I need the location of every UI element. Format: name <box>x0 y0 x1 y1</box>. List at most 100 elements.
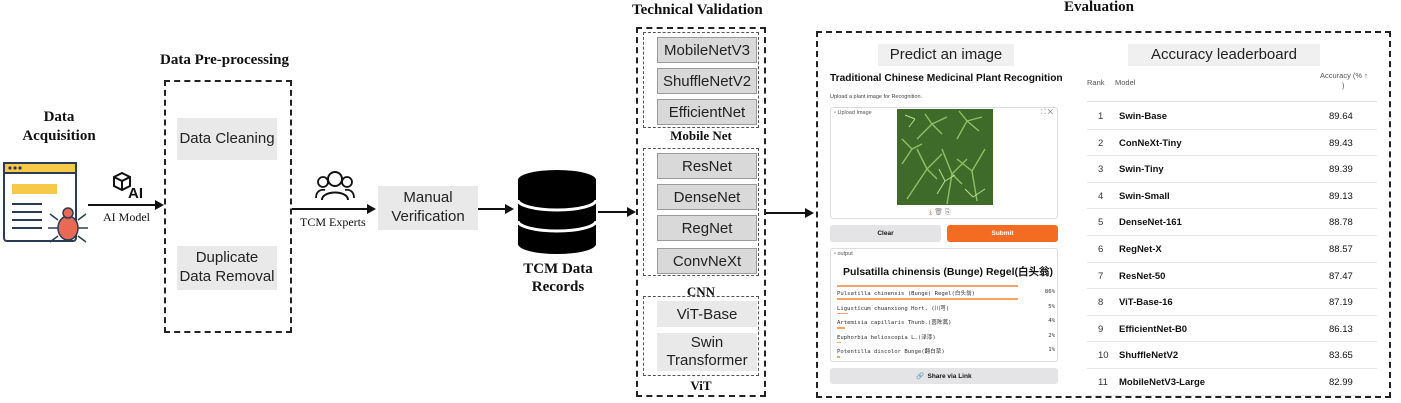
row-rank: 3 <box>1098 164 1104 176</box>
col-accuracy-line2: ) <box>1342 81 1345 90</box>
row-rank: 10 <box>1098 350 1109 362</box>
records-label: TCM Data Records <box>513 260 603 296</box>
arrow-acq-to-pre <box>88 204 156 206</box>
app-subtitle: Upload a plant image for Recognition. <box>830 94 923 100</box>
model-regnet: RegNet <box>657 215 757 241</box>
experts-icon <box>315 171 355 201</box>
prediction-bar <box>837 341 842 343</box>
prediction-percent: 1% <box>1048 347 1055 353</box>
records-line2: Records <box>531 279 585 295</box>
leaderboard-row: 3 Swin-Tiny 89.39 <box>1087 156 1377 183</box>
submit-button-label: Submit <box>991 230 1014 237</box>
prediction-name: Euphorbia helioscopia L.(泽漆) <box>837 334 936 341</box>
model-efficientnet: EfficientNet <box>657 99 757 125</box>
duplicate-removal-line2: Data Removal <box>179 268 275 285</box>
row-accuracy: 89.64 <box>1329 111 1353 122</box>
col-model-header: Model <box>1115 78 1136 87</box>
row-accuracy: 87.47 <box>1329 270 1353 282</box>
validation-title: Technical Validation <box>632 2 763 18</box>
model-densenet: DenseNet <box>657 184 757 210</box>
mobile-net-group: MobileNetV3 ShuffleNetV2 EfficientNet <box>643 32 759 128</box>
row-accuracy: 82.99 <box>1329 377 1353 388</box>
upload-panel-controls: ⛶ ✕ <box>1041 109 1053 117</box>
top-confidence-bar <box>837 285 1018 287</box>
leaderboard-row: 1 Swin-Base 89.64 <box>1087 103 1377 130</box>
verification-line1: Manual <box>403 189 453 207</box>
leaderboard-row: 7 ResNet-50 87.47 <box>1087 263 1377 290</box>
row-rank: 7 <box>1098 270 1104 282</box>
submit-button[interactable]: Submit <box>947 225 1058 242</box>
prediction-bar <box>837 356 840 358</box>
leaderboard-row: 5 DenseNet-161 88.78 <box>1087 209 1377 236</box>
prediction-percent: 4% <box>1048 318 1055 324</box>
copy-icon[interactable]: ⎘ <box>945 209 951 216</box>
swin-line2: Transformer <box>666 352 748 369</box>
svg-text:AI: AI <box>128 185 143 202</box>
prediction-name: Ligusticum chuanxiong Hort. (川芎) <box>837 305 950 312</box>
predict-header: Predict an image <box>878 44 1014 66</box>
output-label-text: output <box>837 251 853 257</box>
row-model: RegNet-X <box>1119 244 1162 255</box>
upload-label-text: Upload Image <box>837 110 872 116</box>
leaderboard-row: 6 RegNet-X 88.57 <box>1087 236 1377 263</box>
app-title: Traditional Chinese Medicinal Plant Reco… <box>830 73 1063 84</box>
swin-line1: Swin <box>690 334 724 351</box>
download-icon[interactable]: ⤓ <box>929 209 932 216</box>
acquisition-title-line1: Data <box>43 109 75 125</box>
row-model: ResNet-50 <box>1119 270 1166 282</box>
evaluation-title: Evaluation <box>1064 0 1135 15</box>
leaderboard-row: 2 ConNeXt-Tiny 89.43 <box>1087 130 1377 157</box>
model-swin-transformer: Swin Transformer <box>657 333 757 371</box>
close-icon[interactable]: ✕ <box>1048 109 1053 116</box>
experts-label: TCM Experts <box>300 215 366 229</box>
row-model: Swin-Tiny <box>1119 164 1164 176</box>
arrow-records-to-validation <box>598 211 628 213</box>
row-rank: 11 <box>1098 377 1108 388</box>
prediction-bar <box>837 298 1018 300</box>
ai-model-icon: AI <box>113 171 143 202</box>
leaderboard-header-label: Accuracy leaderboard <box>1151 45 1297 63</box>
mobile-net-label: Mobile Net <box>670 128 732 143</box>
row-rank: 1 <box>1098 111 1104 122</box>
predict-header-label: Predict an image <box>889 45 1003 63</box>
row-accuracy: 89.43 <box>1329 137 1353 149</box>
prediction-bar <box>837 312 848 314</box>
row-model: MobileNetV3-Large <box>1119 377 1206 388</box>
output-panel: ▫ output Pulsatilla chinensis (Bunge) Re… <box>830 248 1058 362</box>
model-convnext: ConvNeXt <box>657 248 757 274</box>
row-model: DenseNet-161 <box>1119 217 1182 229</box>
row-rank: 9 <box>1098 323 1104 335</box>
prediction-percent: 5% <box>1048 303 1055 310</box>
upload-panel[interactable]: ▫ Upload Image ⛶ ✕ ⤓ 🗑 ⎘ <box>830 107 1058 219</box>
row-accuracy: 83.65 <box>1329 350 1353 362</box>
browser-spider-icon <box>3 162 88 243</box>
vit-group: ViT-Base Swin Transformer <box>643 296 759 376</box>
clear-button[interactable]: Clear <box>830 225 941 242</box>
share-button[interactable]: 🔗 Share via Link <box>830 368 1058 384</box>
fullscreen-icon[interactable]: ⛶ <box>1041 109 1046 116</box>
col-rank-header: Rank <box>1087 78 1105 87</box>
row-accuracy: 88.78 <box>1329 217 1353 229</box>
arrow-pre-to-verif <box>292 208 368 210</box>
model-vit-base: ViT-Base <box>657 301 757 327</box>
arrow-acq-to-pre-head <box>155 200 164 210</box>
row-accuracy: 86.13 <box>1329 323 1353 335</box>
col-accuracy-line1: Accuracy (% ↑ <box>1320 71 1368 80</box>
row-accuracy: 88.57 <box>1329 244 1353 255</box>
row-model: ViT-Base-16 <box>1119 297 1173 309</box>
arrow-pre-to-verif-head <box>367 204 376 214</box>
leaderboard-table: Rank Model Accuracy (% ↑ ) 1 Swin-Base 89.… <box>1087 70 1379 396</box>
plant-photo <box>897 109 993 205</box>
row-rank: 8 <box>1098 297 1104 309</box>
ai-model-label: AI Model <box>103 210 150 224</box>
leaderboard-row: 10 ShuffleNetV2 83.65 <box>1087 342 1377 369</box>
database-icon <box>516 170 598 254</box>
data-cleaning-step: Data Cleaning <box>177 118 277 160</box>
trash-icon[interactable]: 🗑 <box>934 209 943 216</box>
leaderboard-row: 11 MobileNetV3-Large 82.99 <box>1087 369 1377 396</box>
arrow-verif-to-records <box>478 208 506 210</box>
vit-label: ViT <box>690 378 712 393</box>
row-accuracy: 87.19 <box>1329 297 1353 309</box>
prediction-percent: 2% <box>1048 332 1055 339</box>
cnn-group: ResNet DenseNet RegNet ConvNeXt <box>643 148 759 276</box>
